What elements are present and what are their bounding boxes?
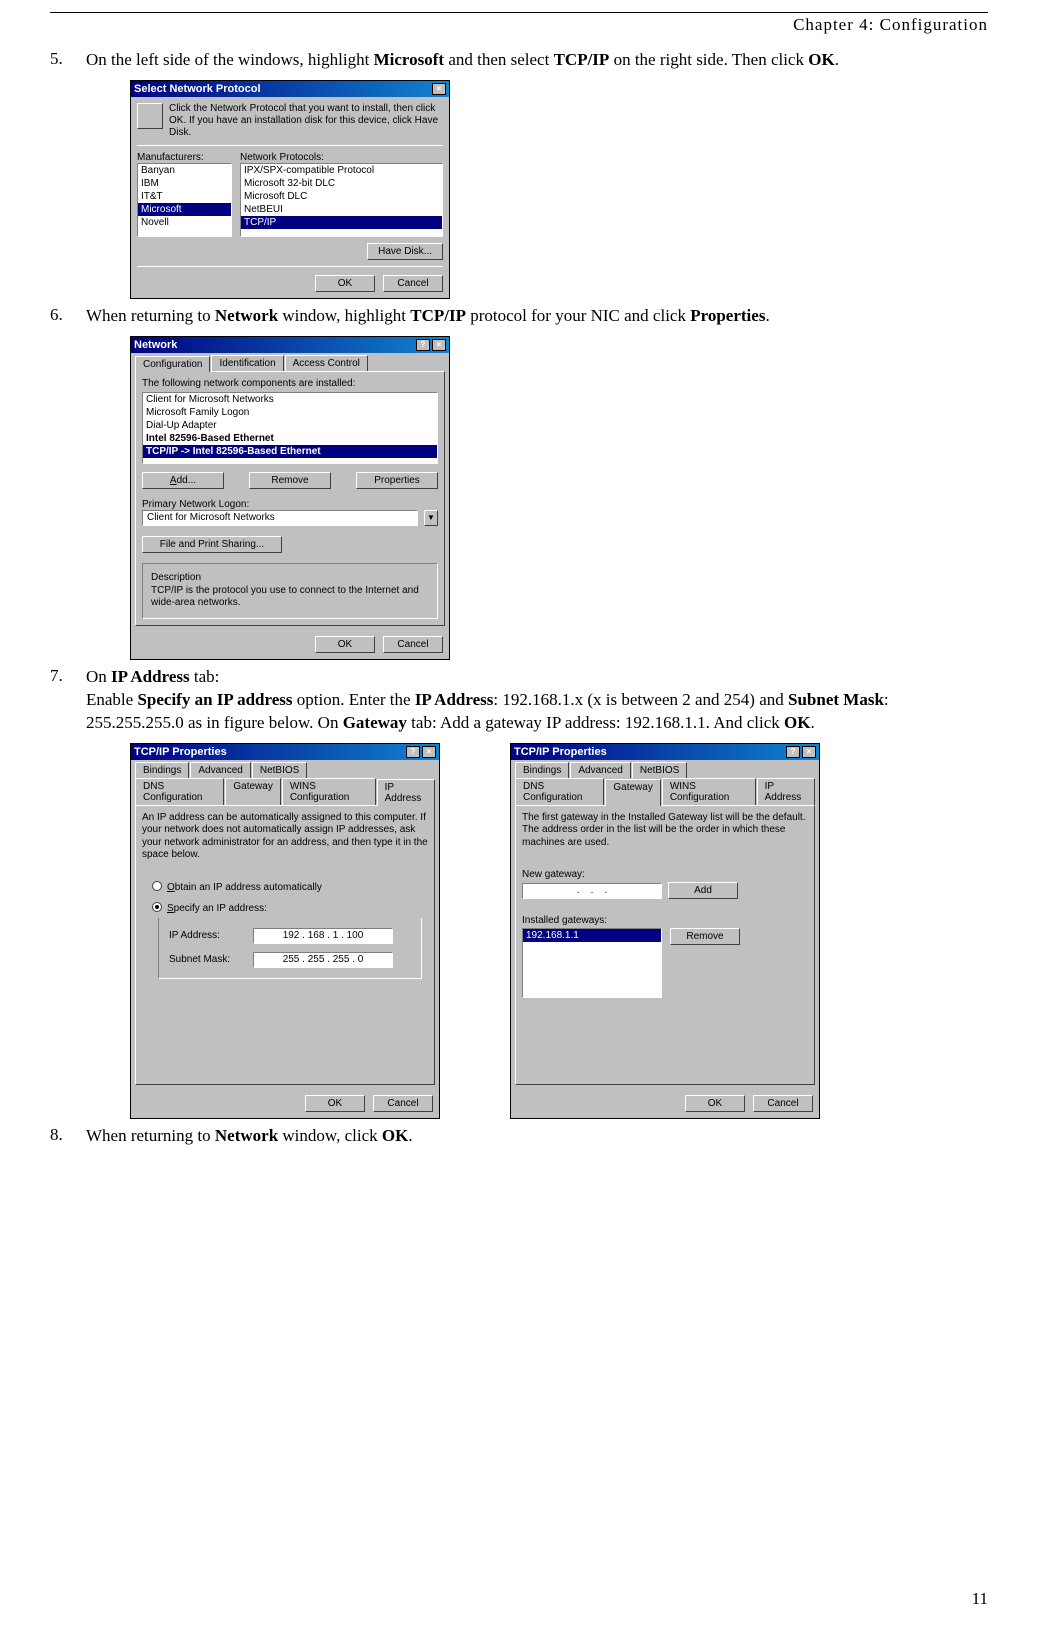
- list-item[interactable]: Microsoft: [138, 203, 231, 216]
- tab-identification[interactable]: Identification: [211, 355, 283, 371]
- step-5-number: 5.: [50, 49, 86, 72]
- chevron-down-icon[interactable]: ▼: [424, 510, 438, 526]
- subnet-mask-field[interactable]: 255 . 255 . 255 . 0: [253, 952, 393, 968]
- remove-button[interactable]: Remove: [249, 472, 331, 489]
- tab-ipaddress[interactable]: IP Address: [757, 778, 815, 805]
- list-item[interactable]: Microsoft Family Logon: [143, 406, 437, 419]
- list-item[interactable]: IPX/SPX-compatible Protocol: [241, 164, 442, 177]
- installed-gateways-label: Installed gateways:: [522, 915, 808, 926]
- file-print-sharing-button[interactable]: File and Print Sharing...: [142, 536, 282, 553]
- tab-configuration[interactable]: Configuration: [135, 356, 210, 372]
- dialog-intro: Click the Network Protocol that you want…: [169, 103, 443, 139]
- tcpip-properties-gateway-dialog: TCP/IP Properties ? × Bindings Advanced …: [510, 743, 820, 1119]
- description-text: TCP/IP is the protocol you use to connec…: [151, 585, 429, 610]
- step-6-number: 6.: [50, 305, 86, 328]
- have-disk-button[interactable]: Have Disk...: [367, 243, 443, 260]
- step-5-text: On the left side of the windows, highlig…: [86, 49, 988, 72]
- tab-gateway[interactable]: Gateway: [605, 779, 660, 806]
- remove-gateway-button[interactable]: Remove: [670, 928, 740, 945]
- help-icon[interactable]: ?: [406, 746, 420, 758]
- add-button[interactable]: AAdd...dd...: [142, 472, 224, 489]
- tab-bindings[interactable]: Bindings: [515, 762, 569, 778]
- tab-netbios[interactable]: NetBIOS: [632, 762, 687, 778]
- ok-button[interactable]: OK: [305, 1095, 365, 1112]
- step-8-text: When returning to Network window, click …: [86, 1125, 988, 1148]
- tab-dns[interactable]: DNS Configuration: [515, 778, 604, 805]
- description-label: Description: [151, 572, 429, 583]
- list-item[interactable]: Banyan: [138, 164, 231, 177]
- ok-button[interactable]: OK: [315, 275, 375, 292]
- list-item[interactable]: Novell: [138, 216, 231, 229]
- tcpip-properties-ipaddress-dialog: TCP/IP Properties ? × Bindings Advanced …: [130, 743, 440, 1119]
- chapter-header: Chapter 4: Configuration: [50, 15, 988, 35]
- tab-advanced[interactable]: Advanced: [570, 762, 630, 778]
- manufacturers-list[interactable]: Banyan IBM IT&T Microsoft Novell: [137, 163, 232, 237]
- tab-advanced[interactable]: Advanced: [190, 762, 250, 778]
- new-gateway-label: New gateway:: [522, 869, 808, 880]
- ip-address-label: IP Address:: [169, 930, 247, 941]
- ip-address-field[interactable]: 192 . 168 . 1 . 100: [253, 928, 393, 944]
- list-item[interactable]: NetBEUI: [241, 203, 442, 216]
- list-item[interactable]: TCP/IP: [241, 216, 442, 229]
- components-list[interactable]: Client for Microsoft Networks Microsoft …: [142, 392, 438, 464]
- cancel-button[interactable]: Cancel: [373, 1095, 433, 1112]
- cancel-button[interactable]: Cancel: [753, 1095, 813, 1112]
- primary-logon-select[interactable]: Client for Microsoft Networks: [142, 510, 418, 526]
- tab-wins[interactable]: WINS Configuration: [282, 778, 376, 805]
- protocols-list[interactable]: IPX/SPX-compatible Protocol Microsoft 32…: [240, 163, 443, 237]
- radio-obtain[interactable]: Obtain an IP address automatically: [152, 880, 428, 893]
- tab-gateway[interactable]: Gateway: [225, 778, 280, 805]
- components-label: The following network components are ins…: [142, 378, 438, 389]
- step-7-number: 7.: [50, 666, 86, 735]
- tab-access-control[interactable]: Access Control: [285, 355, 368, 371]
- dialog-title: Select Network Protocol: [134, 83, 261, 95]
- new-gateway-field[interactable]: . . .: [522, 883, 662, 899]
- add-gateway-button[interactable]: Add: [668, 882, 738, 899]
- list-item[interactable]: Dial-Up Adapter: [143, 419, 437, 432]
- tab-ipaddress[interactable]: IP Address: [377, 779, 435, 806]
- tab-bindings[interactable]: Bindings: [135, 762, 189, 778]
- installed-gateways-list[interactable]: 192.168.1.1: [522, 928, 662, 998]
- gateway-intro: The first gateway in the Installed Gatew…: [522, 812, 808, 850]
- select-network-protocol-dialog: Select Network Protocol × Click the Netw…: [130, 80, 450, 299]
- dialog-title: Network: [134, 339, 177, 351]
- primary-logon-label: Primary Network Logon:: [142, 499, 438, 510]
- close-icon[interactable]: ×: [802, 746, 816, 758]
- ok-button[interactable]: OK: [685, 1095, 745, 1112]
- list-item[interactable]: Intel 82596-Based Ethernet: [143, 432, 437, 445]
- list-item[interactable]: IT&T: [138, 190, 231, 203]
- ipaddress-intro: An IP address can be automatically assig…: [142, 812, 428, 862]
- step-8-number: 8.: [50, 1125, 86, 1148]
- network-dialog: Network ? × Configuration Identification…: [130, 336, 450, 660]
- cancel-button[interactable]: Cancel: [383, 275, 443, 292]
- cancel-button[interactable]: Cancel: [383, 636, 443, 653]
- properties-button[interactable]: Properties: [356, 472, 438, 489]
- radio-specify[interactable]: Specify an IP address:: [152, 901, 428, 914]
- protocols-label: Network Protocols:: [240, 152, 443, 163]
- list-item[interactable]: Microsoft 32-bit DLC: [241, 177, 442, 190]
- close-icon[interactable]: ×: [432, 83, 446, 95]
- list-item[interactable]: TCP/IP -> Intel 82596-Based Ethernet: [143, 445, 437, 458]
- list-item[interactable]: Client for Microsoft Networks: [143, 393, 437, 406]
- subnet-mask-label: Subnet Mask:: [169, 954, 247, 965]
- tab-netbios[interactable]: NetBIOS: [252, 762, 307, 778]
- protocol-icon: [137, 103, 163, 129]
- list-item[interactable]: IBM: [138, 177, 231, 190]
- close-icon[interactable]: ×: [422, 746, 436, 758]
- step-6-text: When returning to Network window, highli…: [86, 305, 988, 328]
- help-icon[interactable]: ?: [416, 339, 430, 351]
- dialog-title: TCP/IP Properties: [514, 746, 607, 758]
- tab-dns[interactable]: DNS Configuration: [135, 778, 224, 805]
- tab-wins[interactable]: WINS Configuration: [662, 778, 756, 805]
- list-item[interactable]: Microsoft DLC: [241, 190, 442, 203]
- manufacturers-label: Manufacturers:: [137, 152, 232, 163]
- ok-button[interactable]: OK: [315, 636, 375, 653]
- step-7-text: On IP Address tab: Enable Specify an IP …: [86, 666, 988, 735]
- help-icon[interactable]: ?: [786, 746, 800, 758]
- dialog-title: TCP/IP Properties: [134, 746, 227, 758]
- page-number: 11: [972, 1589, 988, 1609]
- list-item[interactable]: 192.168.1.1: [523, 929, 661, 942]
- close-icon[interactable]: ×: [432, 339, 446, 351]
